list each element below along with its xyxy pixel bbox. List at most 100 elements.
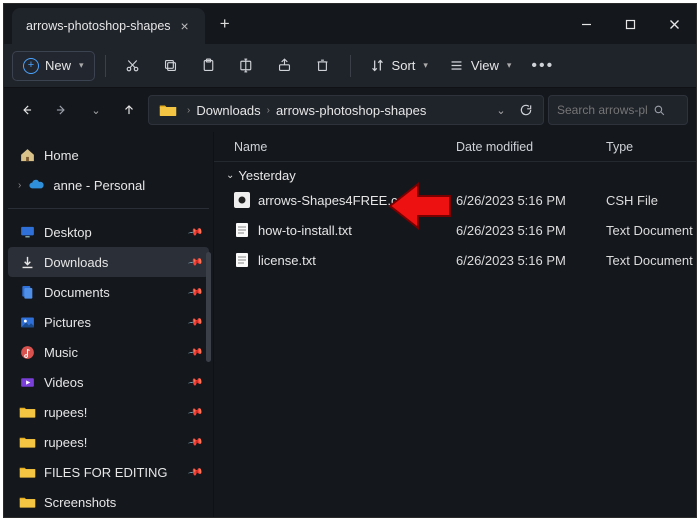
titlebar: arrows-photoshop-shapes × +: [4, 4, 696, 44]
cloud-icon: [27, 176, 45, 194]
sidebar-item-label: rupees!: [44, 405, 87, 420]
file-row[interactable]: license.txt 6/26/2023 5:16 PM Text Docum…: [214, 245, 696, 275]
folder-icon: [159, 103, 177, 117]
file-date: 6/26/2023 5:16 PM: [456, 193, 606, 208]
txt-file-icon: [234, 222, 250, 238]
search-box[interactable]: [548, 95, 688, 125]
more-button[interactable]: •••: [523, 51, 562, 81]
file-row[interactable]: arrows-Shapes4FREE.csh 6/26/2023 5:16 PM…: [214, 185, 696, 215]
download-icon: [18, 253, 36, 271]
sort-button[interactable]: Sort ▾: [361, 51, 436, 81]
sidebar-item-desktop[interactable]: Desktop 📌: [8, 217, 209, 247]
breadcrumb-downloads[interactable]: Downloads: [194, 103, 262, 118]
delete-button[interactable]: [306, 51, 340, 81]
sidebar-home-label: Home: [44, 148, 79, 163]
file-name: how-to-install.txt: [258, 223, 352, 238]
videos-icon: [18, 373, 36, 391]
folder-icon: [18, 403, 36, 421]
forward-button[interactable]: [46, 95, 76, 125]
new-button[interactable]: + New ▾: [12, 51, 95, 81]
sidebar-item-documents[interactable]: Documents 📌: [8, 277, 209, 307]
view-label: View: [471, 58, 499, 73]
sidebar-onedrive[interactable]: › anne - Personal: [8, 170, 209, 200]
view-button[interactable]: View ▾: [440, 51, 519, 81]
pictures-icon: [18, 313, 36, 331]
col-name[interactable]: Name: [234, 140, 456, 154]
sidebar-item-folder[interactable]: Screenshots: [8, 487, 209, 517]
up-button[interactable]: [114, 95, 144, 125]
chevron-right-icon: ›: [183, 105, 194, 116]
sidebar: Home › anne - Personal Desktop 📌 Downloa…: [4, 132, 214, 517]
file-type: Text Document: [606, 223, 696, 238]
rename-button[interactable]: [230, 51, 264, 81]
sidebar-item-label: Pictures: [44, 315, 91, 330]
pin-icon: 📌: [187, 434, 204, 450]
sort-icon: [369, 57, 386, 74]
sidebar-item-music[interactable]: Music 📌: [8, 337, 209, 367]
address-dropdown[interactable]: ⌄: [487, 97, 513, 123]
file-date: 6/26/2023 5:16 PM: [456, 223, 606, 238]
file-list: Name Date modified Type ⌄ Yesterday arro…: [214, 132, 696, 517]
breadcrumb-current[interactable]: arrows-photoshop-shapes: [274, 103, 428, 118]
pin-icon: 📌: [187, 404, 204, 420]
share-button[interactable]: [268, 51, 302, 81]
file-name: arrows-Shapes4FREE.csh: [258, 193, 411, 208]
search-icon: [653, 104, 666, 117]
sidebar-item-label: rupees!: [44, 435, 87, 450]
explorer-window: arrows-photoshop-shapes × + + New ▾: [3, 3, 697, 518]
col-type[interactable]: Type: [606, 140, 696, 154]
txt-file-icon: [234, 252, 250, 268]
address-bar[interactable]: › Downloads › arrows-photoshop-shapes ⌄: [148, 95, 544, 125]
new-tab-button[interactable]: +: [205, 4, 245, 44]
col-date[interactable]: Date modified: [456, 140, 606, 154]
home-icon: [18, 146, 36, 164]
toolbar: + New ▾ Sort ▾ View ▾ •••: [4, 44, 696, 88]
sidebar-item-label: Screenshots: [44, 495, 116, 510]
sidebar-item-pictures[interactable]: Pictures 📌: [8, 307, 209, 337]
sidebar-item-label: Videos: [44, 375, 84, 390]
csh-file-icon: [234, 192, 250, 208]
search-input[interactable]: [557, 103, 647, 117]
back-button[interactable]: [12, 95, 42, 125]
paste-button[interactable]: [192, 51, 226, 81]
file-row[interactable]: how-to-install.txt 6/26/2023 5:16 PM Tex…: [214, 215, 696, 245]
close-button[interactable]: [652, 4, 696, 44]
sidebar-scrollbar[interactable]: [206, 252, 211, 362]
sidebar-item-folder[interactable]: rupees! 📌: [8, 427, 209, 457]
pin-icon: 📌: [187, 374, 204, 390]
desktop-icon: [18, 223, 36, 241]
minimize-button[interactable]: [564, 4, 608, 44]
pin-icon: 📌: [187, 224, 204, 240]
sidebar-home[interactable]: Home: [8, 140, 209, 170]
copy-button[interactable]: [154, 51, 188, 81]
sidebar-item-folder[interactable]: FILES FOR EDITING 📌: [8, 457, 209, 487]
sidebar-item-label: Downloads: [44, 255, 108, 270]
music-icon: [18, 343, 36, 361]
refresh-button[interactable]: [513, 97, 539, 123]
sidebar-item-folder[interactable]: rupees! 📌: [8, 397, 209, 427]
cut-button[interactable]: [116, 51, 150, 81]
sidebar-item-videos[interactable]: Videos 📌: [8, 367, 209, 397]
chevron-down-icon: ▾: [423, 60, 428, 71]
group-label: Yesterday: [238, 168, 295, 183]
chevron-right-icon: ›: [263, 105, 274, 116]
recent-button[interactable]: ⌄: [80, 95, 110, 125]
new-label: New: [45, 58, 71, 73]
pin-icon: 📌: [187, 314, 204, 330]
chevron-right-icon: ›: [18, 180, 21, 191]
pin-icon: 📌: [187, 284, 204, 300]
folder-icon: [18, 433, 36, 451]
sidebar-item-label: Music: [44, 345, 78, 360]
maximize-button[interactable]: [608, 4, 652, 44]
file-name: license.txt: [258, 253, 316, 268]
group-header[interactable]: ⌄ Yesterday: [214, 162, 696, 185]
chevron-down-icon: ▾: [507, 60, 512, 71]
window-tab[interactable]: arrows-photoshop-shapes ×: [12, 8, 205, 44]
sidebar-item-downloads[interactable]: Downloads 📌: [8, 247, 209, 277]
sort-label: Sort: [392, 58, 416, 73]
documents-icon: [18, 283, 36, 301]
tab-close-icon[interactable]: ×: [179, 18, 191, 34]
pin-icon: 📌: [187, 254, 204, 270]
column-headers[interactable]: Name Date modified Type: [214, 132, 696, 162]
file-type: Text Document: [606, 253, 696, 268]
